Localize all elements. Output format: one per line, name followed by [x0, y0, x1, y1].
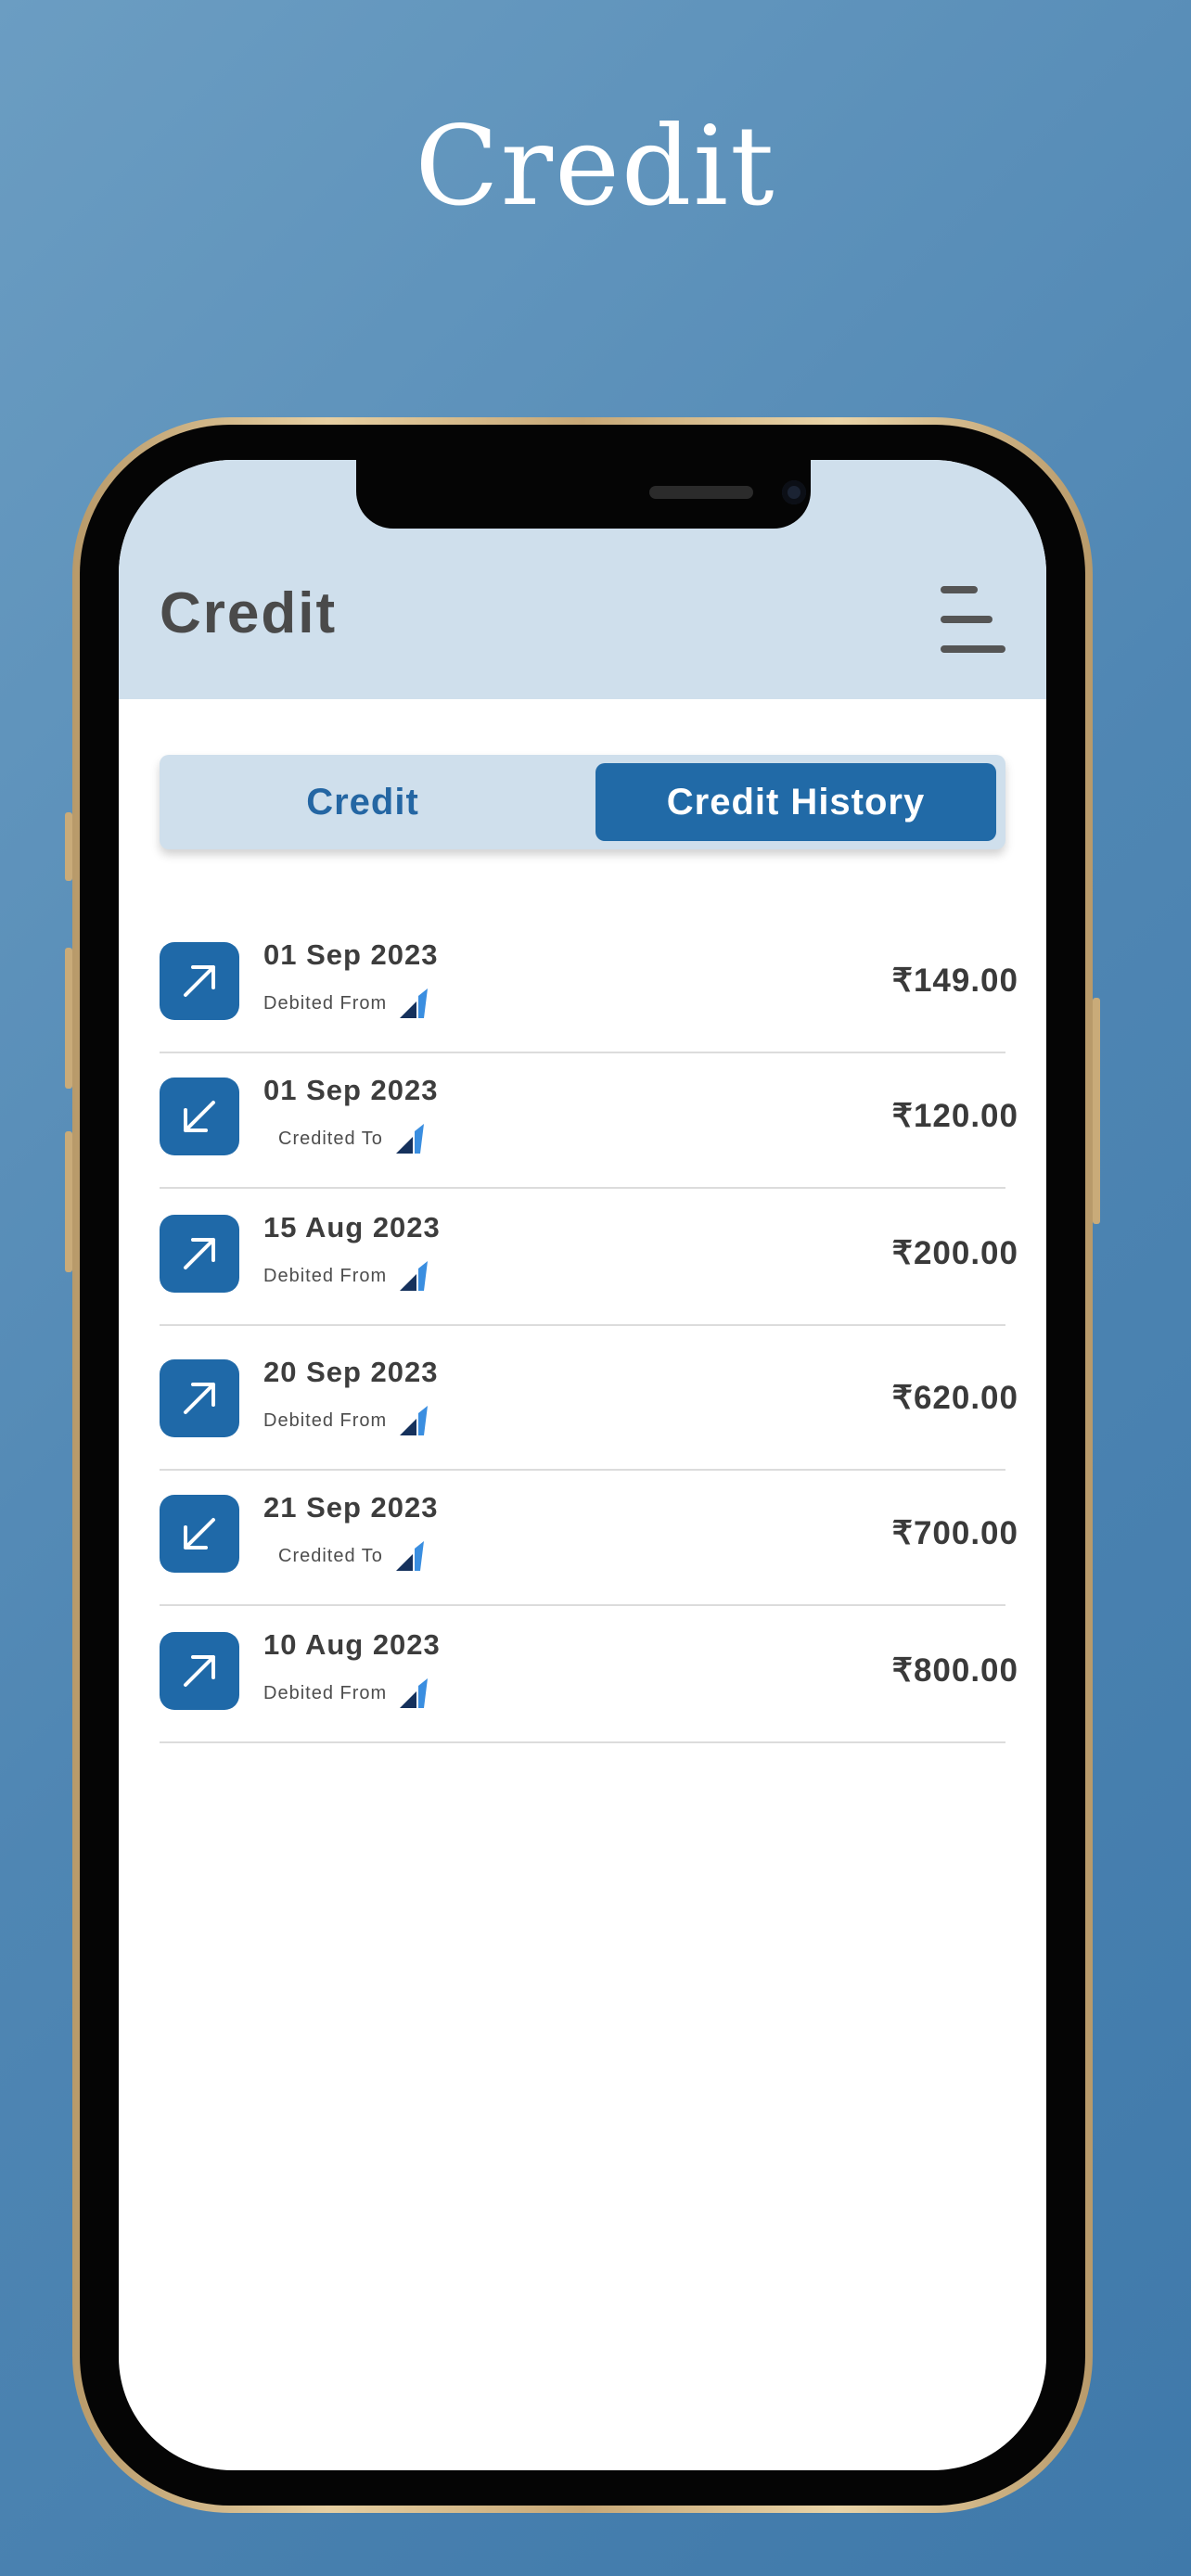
front-camera — [782, 480, 806, 504]
transaction-type-label: Debited From — [263, 1265, 388, 1286]
transaction-date: 01 Sep 2023 — [263, 938, 439, 971]
transaction-amount: ₹149.00 — [891, 963, 1018, 999]
bank-logo-icon — [400, 1261, 429, 1291]
hamburger-menu-icon[interactable] — [941, 586, 1007, 658]
transaction-type: Debited From — [263, 1677, 429, 1710]
transaction-type-label: Credited To — [278, 1128, 383, 1149]
phone-screen: Credit Credit Credit History 01 Sep 2023… — [119, 460, 1046, 2470]
tab-credit[interactable]: Credit — [160, 763, 566, 841]
hero-title: Credit — [415, 102, 776, 230]
transaction-type: Credited To — [278, 1539, 426, 1573]
transaction-type: Debited From — [263, 1404, 429, 1437]
transaction-amount: ₹200.00 — [891, 1235, 1018, 1271]
tab-credit-history[interactable]: Credit History — [596, 763, 996, 841]
phone-volume-up — [65, 948, 72, 1089]
transaction-amount: ₹620.00 — [891, 1380, 1018, 1416]
transaction-amount: ₹120.00 — [891, 1098, 1018, 1134]
transaction-amount: ₹800.00 — [891, 1652, 1018, 1689]
transaction-type: Debited From — [263, 987, 429, 1020]
bank-logo-icon — [400, 1406, 429, 1435]
transaction-date: 15 Aug 2023 — [263, 1211, 441, 1243]
phone-power-button — [1093, 998, 1100, 1224]
transaction-type-label: Debited From — [263, 1682, 388, 1703]
phone-notch — [356, 460, 811, 529]
transaction-type: Credited To — [278, 1122, 426, 1155]
arrow-down-left-icon — [160, 1078, 239, 1155]
transaction-type-label: Debited From — [263, 1409, 388, 1431]
tab-bar: Credit Credit History — [160, 755, 1005, 849]
page-title: Credit — [160, 581, 338, 645]
bank-logo-icon — [400, 988, 429, 1018]
transaction-date: 21 Sep 2023 — [263, 1491, 439, 1524]
arrow-up-right-icon — [160, 1359, 239, 1437]
arrow-down-left-icon — [160, 1495, 239, 1573]
arrow-up-right-icon — [160, 1215, 239, 1293]
transaction-row[interactable]: 10 Aug 2023 Debited From ₹800.00 — [160, 1604, 1018, 1743]
transaction-row[interactable]: 01 Sep 2023 Debited From ₹149.00 — [160, 914, 1018, 1053]
transaction-type: Debited From — [263, 1259, 429, 1293]
earpiece-speaker — [649, 486, 753, 499]
transaction-type-label: Debited From — [263, 992, 388, 1014]
transaction-date: 20 Sep 2023 — [263, 1356, 439, 1388]
phone-volume-down — [65, 1131, 72, 1272]
transaction-row[interactable]: 01 Sep 2023 Credited To ₹120.00 — [160, 1050, 1018, 1189]
transaction-type-label: Credited To — [278, 1545, 383, 1566]
bank-logo-icon — [395, 1124, 424, 1154]
bank-logo-icon — [395, 1541, 424, 1571]
transaction-row[interactable]: 21 Sep 2023 Credited To ₹700.00 — [160, 1467, 1018, 1606]
transaction-amount: ₹700.00 — [891, 1515, 1018, 1551]
transaction-date: 01 Sep 2023 — [263, 1074, 439, 1106]
transaction-date: 10 Aug 2023 — [263, 1628, 441, 1661]
arrow-up-right-icon — [160, 1632, 239, 1710]
transaction-row[interactable]: 20 Sep 2023 Debited From ₹620.00 — [160, 1332, 1018, 1471]
bank-logo-icon — [400, 1678, 429, 1708]
phone-silent-switch — [65, 812, 72, 881]
transaction-row[interactable]: 15 Aug 2023 Debited From ₹200.00 — [160, 1187, 1018, 1326]
arrow-up-right-icon — [160, 942, 239, 1020]
